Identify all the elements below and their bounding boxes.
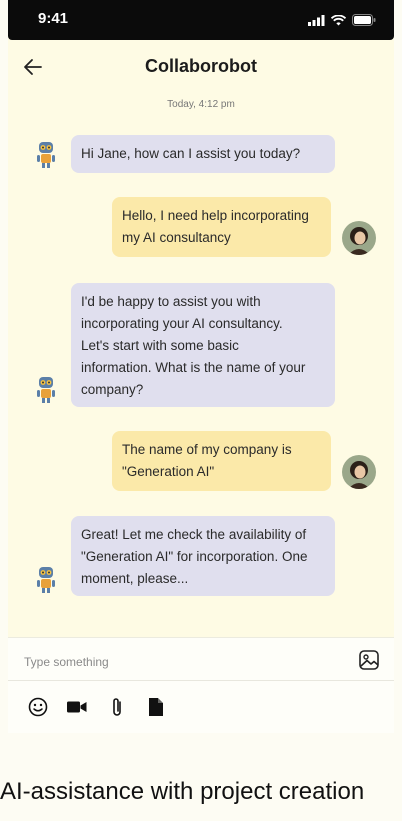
robot-icon xyxy=(29,562,63,596)
battery-icon xyxy=(352,14,376,26)
paperclip-icon[interactable] xyxy=(106,696,128,718)
message-bot: Hi Jane, how can I assist you today? xyxy=(71,135,335,173)
message-bot: Great! Let me check the availability of … xyxy=(71,516,335,596)
bot-avatar xyxy=(29,372,63,406)
emoji-icon[interactable] xyxy=(27,696,49,718)
composer-divider xyxy=(8,680,394,681)
video-camera-icon[interactable] xyxy=(66,696,88,718)
user-photo-icon xyxy=(342,455,376,489)
message-user: Hello, I need help incorporating my AI c… xyxy=(112,197,331,257)
user-photo-icon xyxy=(342,221,376,255)
message-user: The name of my company is "Generation AI… xyxy=(112,431,331,491)
signal-icon xyxy=(308,14,325,26)
image-attach-icon[interactable] xyxy=(358,649,380,671)
document-icon[interactable] xyxy=(145,696,167,718)
caption: AI-assistance with project creation xyxy=(0,778,365,805)
wifi-icon xyxy=(331,14,346,25)
user-avatar xyxy=(342,455,376,489)
robot-icon xyxy=(29,137,63,171)
bot-avatar xyxy=(29,562,63,596)
system-icons xyxy=(308,14,376,26)
message-composer xyxy=(8,637,394,733)
user-avatar xyxy=(342,221,376,255)
bot-avatar xyxy=(29,137,63,171)
chat-header: Collaborobot xyxy=(8,40,394,92)
robot-icon xyxy=(29,372,63,406)
message-bot: I'd be happy to assist you with incorpor… xyxy=(71,283,335,407)
status-bar: 9:41 xyxy=(8,0,394,40)
phone-screen: 9:41 Collaborobot Today, 4:12 pm Hi Jane… xyxy=(8,0,394,733)
status-time: 9:41 xyxy=(38,10,69,27)
date-label: Today, 4:12 pm xyxy=(167,99,235,110)
chat-title: Collaborobot xyxy=(145,56,257,76)
message-input[interactable] xyxy=(22,650,346,674)
